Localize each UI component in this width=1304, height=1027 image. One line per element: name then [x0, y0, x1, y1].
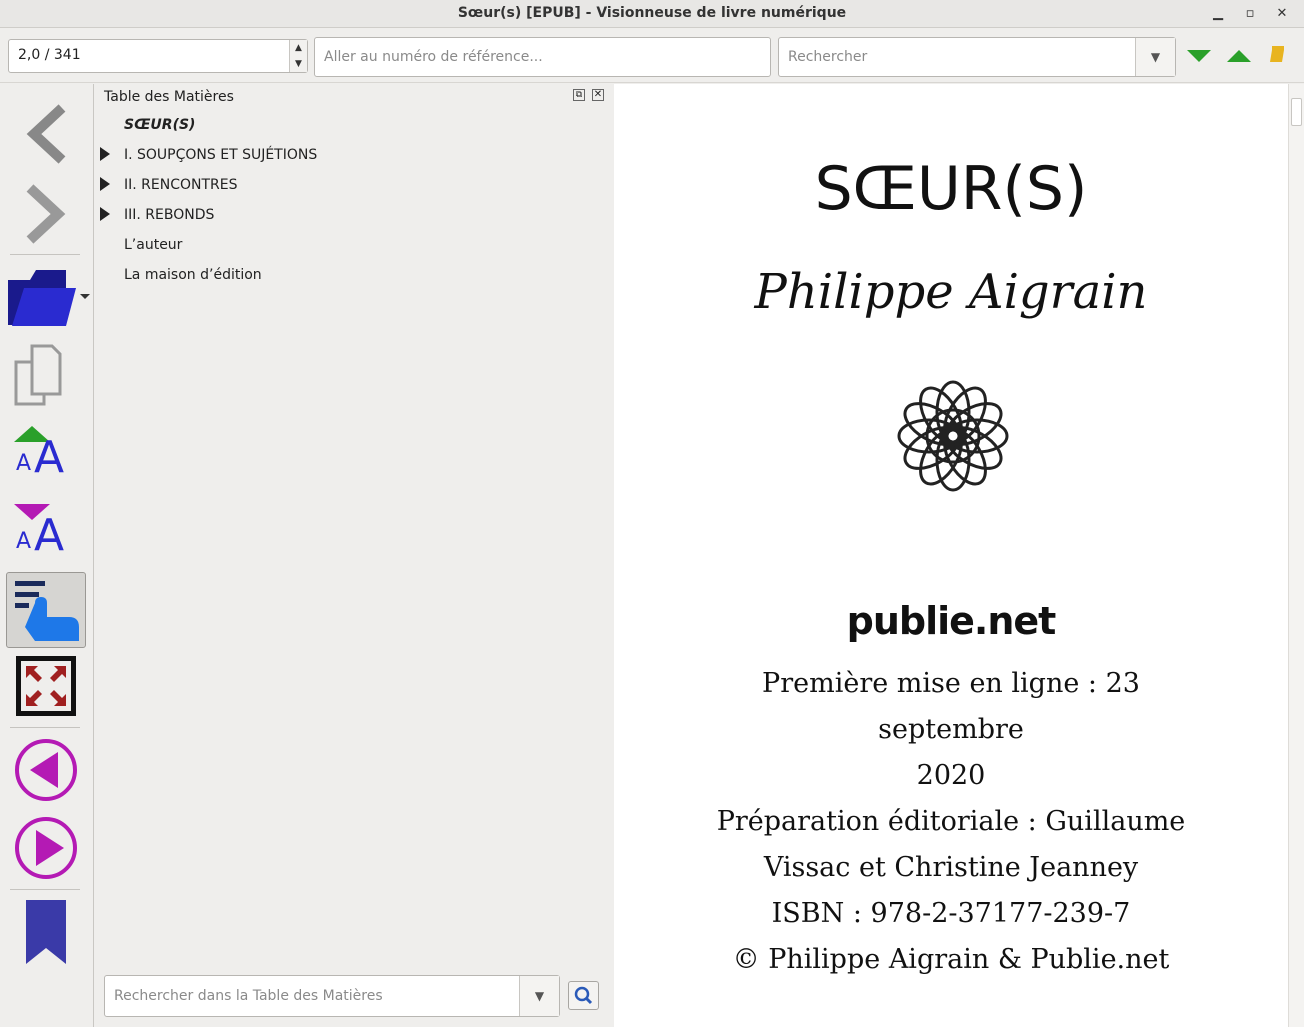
rosette-ornament: [897, 380, 1009, 492]
spin-up-icon[interactable]: ▲: [290, 40, 307, 56]
toc-search-placeholder: Rechercher dans la Table des Matières: [114, 988, 383, 1004]
position-spinbox[interactable]: 2,0 / 341 ▲ ▼: [8, 39, 308, 73]
window-title: Sœur(s) [EPUB] - Visionneuse de livre nu…: [457, 5, 847, 21]
toc-title: Table des Matières: [104, 89, 234, 105]
previous-page-button[interactable]: [6, 732, 86, 808]
scroll-icon[interactable]: [1266, 44, 1288, 68]
toc-item[interactable]: La maison d’édition: [124, 267, 262, 283]
maximize-icon[interactable]: ▫: [1240, 4, 1260, 24]
expand-arrow-icon[interactable]: [100, 177, 110, 191]
font-larger-button[interactable]: A A: [6, 416, 86, 492]
close-panel-icon[interactable]: ✕: [592, 89, 604, 101]
toc-item[interactable]: L’auteur: [124, 237, 182, 253]
spin-down-icon[interactable]: ▼: [290, 56, 307, 72]
minimize-icon[interactable]: ▁: [1208, 4, 1228, 24]
goto-placeholder: Aller au numéro de référence...: [324, 49, 543, 65]
close-icon[interactable]: ✕: [1272, 4, 1292, 24]
find-previous-icon[interactable]: [1226, 48, 1252, 64]
toolbar-separator: [10, 889, 80, 890]
toolbar-separator: [10, 727, 80, 728]
copy-button[interactable]: [6, 338, 86, 414]
publisher-logo: publie.net: [846, 599, 1057, 643]
font-smaller-button[interactable]: A A: [6, 494, 86, 570]
font-larger-icon: A A: [14, 426, 64, 483]
svg-text:A: A: [16, 529, 31, 554]
svg-text:A: A: [34, 432, 64, 483]
credit-line: 2020: [916, 760, 986, 791]
book-title: SŒUR(S): [814, 154, 1088, 224]
left-toolbar: A A A A: [0, 84, 94, 1027]
toc-item[interactable]: SŒUR(S): [124, 117, 195, 133]
undock-icon[interactable]: ⧉: [573, 89, 585, 101]
credits-block: Première mise en ligne : 23 septembre 20…: [694, 661, 1208, 983]
window-titlebar: Sœur(s) [EPUB] - Visionneuse de livre nu…: [0, 0, 1304, 28]
bookmark-icon: [26, 900, 66, 964]
toc-search-input[interactable]: Rechercher dans la Table des Matières ▼: [104, 975, 560, 1017]
book-page[interactable]: SŒUR(S) Philippe Aigrain publie.net Prem…: [614, 84, 1304, 1027]
svg-text:A: A: [16, 451, 31, 476]
toc-item[interactable]: III. REBONDS: [124, 207, 214, 223]
toc-toggle-button[interactable]: [6, 572, 86, 648]
back-icon: [26, 104, 66, 164]
toc-search-button[interactable]: [568, 981, 599, 1010]
credit-line: Vissac et Christine Jeanney: [763, 852, 1139, 883]
goto-reference-input[interactable]: Aller au numéro de référence...: [314, 37, 771, 77]
toc-item[interactable]: I. SOUPÇONS ET SUJÉTIONS: [124, 147, 317, 163]
credit-line: © Philippe Aigrain & Publie.net: [732, 944, 1170, 975]
fullscreen-button[interactable]: [6, 650, 86, 726]
previous-icon: [15, 739, 77, 801]
credit-line: Préparation éditoriale : Guillaume: [716, 806, 1186, 837]
top-toolbar: 2,0 / 341 ▲ ▼ Aller au numéro de référen…: [0, 28, 1304, 83]
book-author: Philippe Aigrain: [754, 264, 1148, 320]
font-smaller-icon: A A: [14, 504, 64, 561]
toc-icon: [15, 581, 79, 641]
scrollbar-thumb[interactable]: [1291, 98, 1302, 126]
spin-buttons[interactable]: ▲ ▼: [289, 40, 307, 72]
search-placeholder: Rechercher: [788, 49, 868, 65]
forward-button[interactable]: [6, 176, 86, 252]
open-book-button[interactable]: [6, 260, 90, 336]
forward-icon: [26, 184, 66, 244]
credit-line: Première mise en ligne : 23 septembre: [762, 668, 1140, 745]
copy-icon: [14, 344, 62, 406]
toc-search-dropdown[interactable]: ▼: [519, 976, 559, 1016]
next-page-button[interactable]: [6, 810, 86, 886]
find-next-icon[interactable]: [1186, 48, 1212, 64]
search-icon: [574, 986, 593, 1005]
expand-arrow-icon[interactable]: [100, 147, 110, 161]
back-button[interactable]: [6, 96, 86, 172]
toc-panel: Table des Matières ⧉ ✕ SŒUR(S) I. SOUPÇO…: [95, 84, 613, 1027]
expand-arrow-icon[interactable]: [100, 207, 110, 221]
search-input[interactable]: Rechercher ▼: [778, 37, 1176, 77]
toolbar-separator: [10, 254, 80, 255]
fullscreen-icon: [16, 656, 76, 716]
position-value: 2,0 / 341: [18, 47, 81, 63]
next-icon: [15, 817, 77, 879]
open-folder-icon: [8, 270, 90, 326]
search-history-dropdown[interactable]: ▼: [1135, 38, 1175, 76]
vertical-scrollbar[interactable]: [1288, 84, 1304, 1027]
svg-text:A: A: [34, 510, 64, 561]
toc-item[interactable]: II. RENCONTRES: [124, 177, 237, 193]
bookmarks-button[interactable]: [6, 894, 86, 970]
credit-line: ISBN : 978-2-37177-239-7: [771, 898, 1131, 929]
